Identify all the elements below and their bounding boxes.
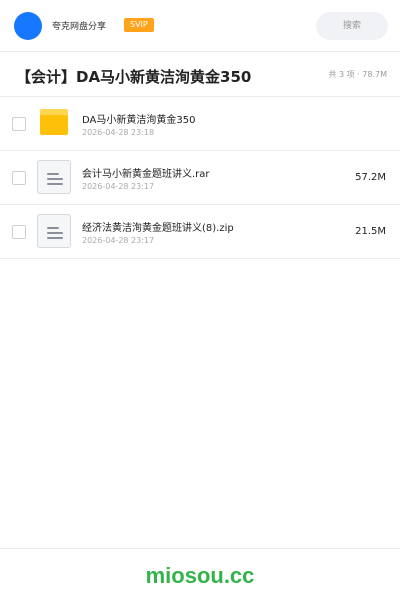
file-row[interactable]: DA马小新黄洁洵黄金350 2026-04-28 23:18	[0, 97, 400, 151]
username: 夸克网盘分享	[52, 22, 107, 32]
share-summary: 共 3 项 · 78.7M	[328, 70, 387, 79]
file-row[interactable]: 会计马小新黄金题班讲义.rar 2026-04-28 23:17 57.2M	[0, 151, 400, 205]
footer: miosou.cc	[0, 548, 400, 600]
document-icon	[37, 214, 71, 248]
file-date: 2026-04-28 23:17	[82, 236, 155, 245]
file-name[interactable]: 会计马小新黄金题班讲义.rar	[82, 165, 210, 180]
top-bar: 夸克网盘分享 SVIP 搜索	[0, 0, 400, 52]
select-checkbox[interactable]	[12, 225, 26, 239]
file-size: 57.2M	[355, 172, 386, 183]
avatar[interactable]	[14, 12, 42, 40]
select-checkbox[interactable]	[12, 117, 26, 131]
document-icon	[37, 160, 71, 194]
file-row[interactable]: 经济法黄洁洵黄金题班讲义(8).zip 2026-04-28 23:17 21.…	[0, 205, 400, 259]
svip-badge: SVIP	[124, 18, 154, 32]
search-button[interactable]: 搜索	[316, 12, 388, 40]
file-name[interactable]: DA马小新黄洁洵黄金350	[82, 111, 195, 126]
file-date: 2026-04-28 23:17	[82, 182, 155, 191]
site-brand[interactable]: miosou.cc	[0, 563, 400, 589]
folder-icon	[40, 109, 68, 135]
share-title-bar: 【会计】DA马小新黄洁洵黄金350 共 3 项 · 78.7M	[0, 52, 400, 97]
file-date: 2026-04-28 23:18	[82, 128, 155, 137]
file-size: 21.5M	[355, 226, 386, 237]
select-checkbox[interactable]	[12, 171, 26, 185]
page-title: 【会计】DA马小新黄洁洵黄金350	[16, 68, 252, 86]
file-name[interactable]: 经济法黄洁洵黄金题班讲义(8).zip	[82, 219, 234, 234]
